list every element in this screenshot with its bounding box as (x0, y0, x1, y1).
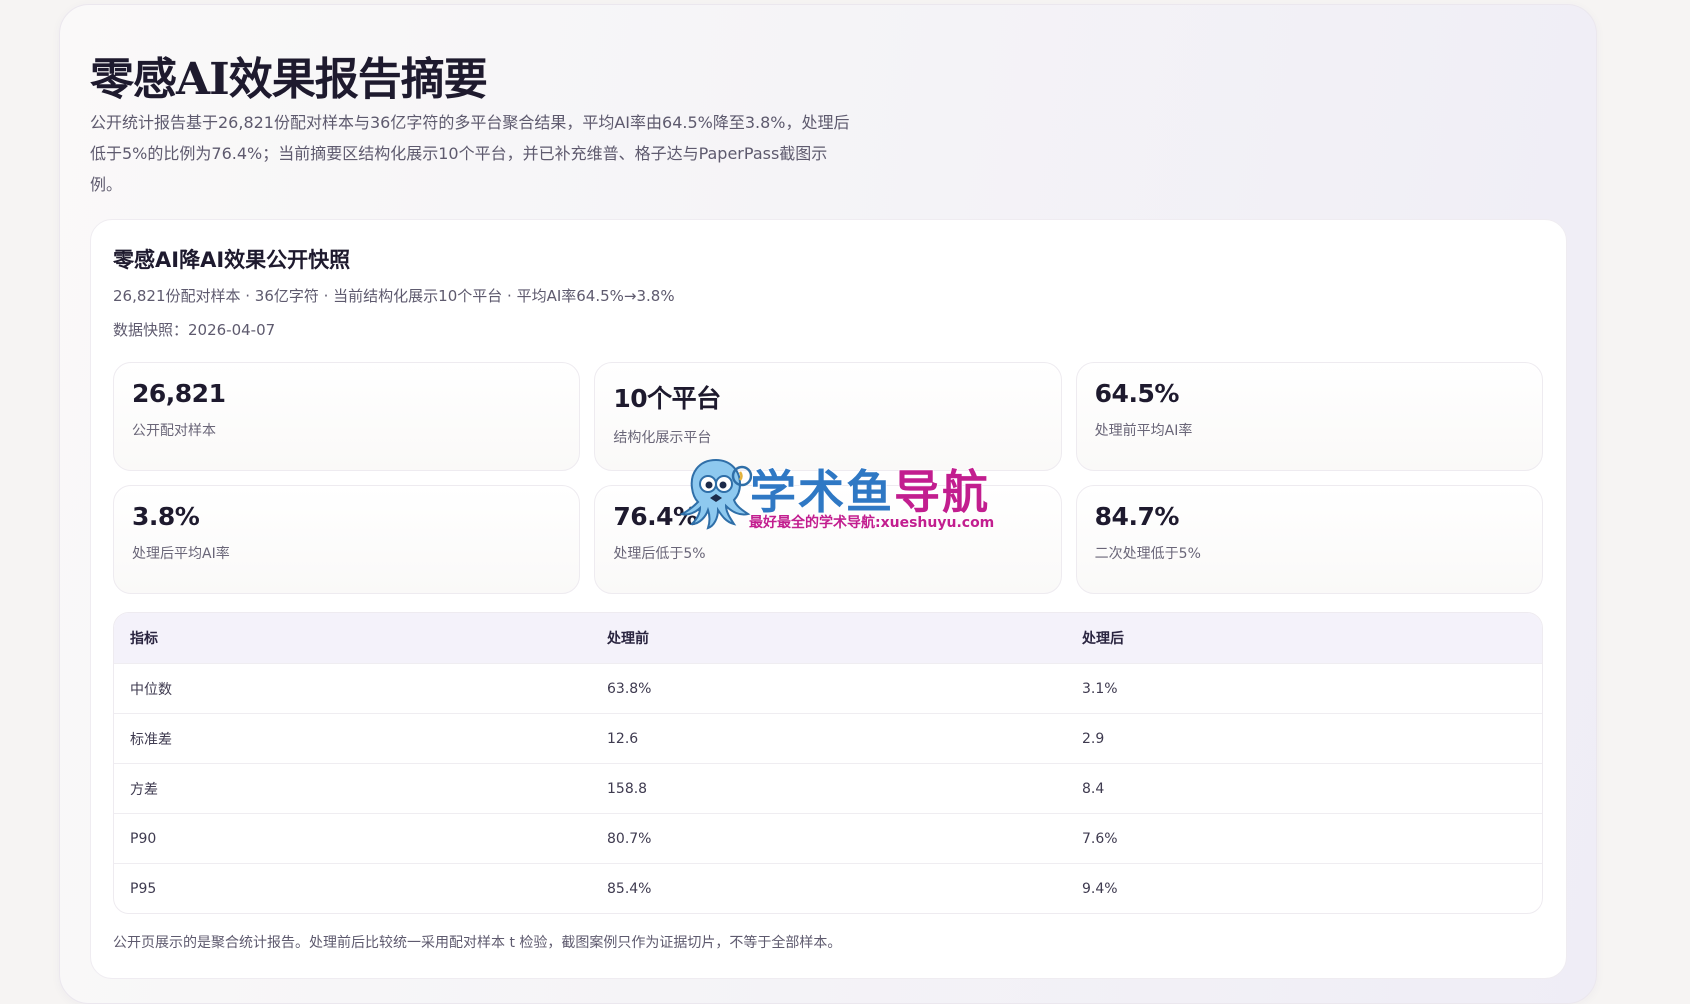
cell-after: 7.6% (1082, 830, 1118, 847)
table-row: P95 85.4% 9.4% (114, 863, 1542, 913)
cell-before: 80.7% (607, 830, 652, 847)
cell-metric: 中位数 (130, 681, 172, 698)
cell-metric: 方差 (130, 781, 158, 798)
stat-label: 公开配对样本 (132, 423, 216, 439)
watermark-name-part1: 学术鱼 (749, 464, 894, 520)
stat-label: 结构化展示平台 (613, 430, 712, 446)
snapshot-footnote: 公开页展示的是聚合统计报告。处理前后比较统一采用配对样本 t 检验，截图案例只作… (113, 935, 842, 951)
stat-card-after-rate: 3.8% 处理后平均AI率 (113, 485, 581, 594)
stat-card-second-pass: 84.7% 二次处理低于5% (1075, 485, 1543, 594)
cell-after: 9.4% (1082, 880, 1118, 897)
cell-before: 63.8% (607, 680, 652, 697)
stat-value: 84.7% (1094, 502, 1180, 531)
column-header-metric: 指标 (130, 631, 158, 647)
snapshot-date: 数据快照：2026-04-07 (113, 321, 276, 339)
watermark-tagline: 最好最全的学术导航:xueshuyu.com (749, 515, 995, 532)
stat-value: 10个平台 (613, 384, 721, 413)
cell-metric: 标准差 (130, 731, 172, 748)
stat-label: 处理后低于5% (613, 546, 706, 562)
table-row: 中位数 63.8% 3.1% (114, 663, 1542, 713)
cell-after: 8.4 (1082, 780, 1105, 797)
table-row: 标准差 12.6 2.9 (114, 713, 1542, 763)
stat-card-samples: 26,821 公开配对样本 (113, 362, 581, 471)
cell-before: 85.4% (607, 880, 652, 897)
column-header-before: 处理前 (607, 631, 649, 647)
watermark-logo: 学术鱼导航 最好最全的学术导航:xueshuyu.com (678, 454, 1018, 532)
snapshot-card: 零感AI降AI效果公开快照 26,821份配对样本 · 36亿字符 · 当前结构… (90, 219, 1567, 979)
snapshot-title: 零感AI降AI效果公开快照 (113, 248, 351, 272)
page-title: 零感AI效果报告摘要 (90, 54, 488, 105)
cell-after: 2.9 (1082, 730, 1105, 747)
stat-label: 二次处理低于5% (1094, 546, 1201, 562)
cell-after: 3.1% (1082, 680, 1118, 697)
cell-before: 12.6 (607, 730, 639, 747)
stat-value: 64.5% (1094, 379, 1180, 408)
stat-label: 处理前平均AI率 (1094, 423, 1193, 439)
column-header-after: 处理后 (1082, 631, 1124, 647)
stat-card-before-rate: 64.5% 处理前平均AI率 (1075, 362, 1543, 471)
stat-value: 26,821 (132, 379, 226, 408)
table-row: P90 80.7% 7.6% (114, 813, 1542, 863)
page-description: 公开统计报告基于26,821份配对样本与36亿字符的多平台聚合结果，平均AI率由… (90, 113, 850, 194)
snapshot-meta: 26,821份配对样本 · 36亿字符 · 当前结构化展示10个平台 · 平均A… (113, 287, 675, 305)
cell-metric: P95 (130, 880, 157, 897)
table-header-row: 指标 处理前 处理后 (114, 613, 1542, 663)
table-row: 方差 158.8 8.4 (114, 763, 1542, 813)
stat-value: 3.8% (132, 502, 200, 531)
cell-before: 158.8 (607, 780, 648, 797)
cell-metric: P90 (130, 830, 157, 847)
stat-label: 处理后平均AI率 (132, 546, 230, 562)
metrics-table: 指标 处理前 处理后 中位数 63.8% 3.1% 标准差 12.6 2.9 方… (113, 612, 1543, 914)
octopus-mascot-icon (679, 458, 753, 530)
watermark-name-part2: 导航 (893, 464, 990, 520)
